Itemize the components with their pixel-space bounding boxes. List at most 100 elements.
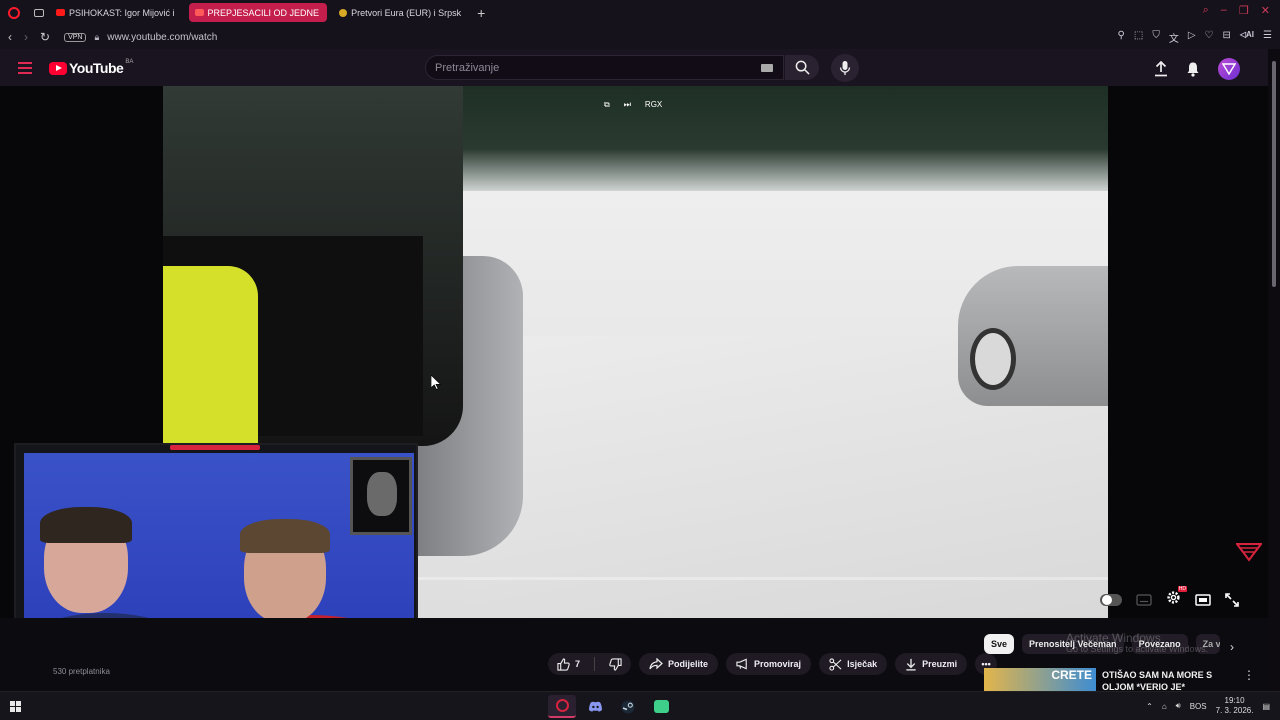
player-icon[interactable]: ▷: [1188, 30, 1196, 45]
download-icon: [906, 658, 916, 671]
fullscreen-icon[interactable]: [1225, 593, 1239, 607]
recommended-video-thumbnail[interactable]: CRETE: [984, 668, 1096, 692]
system-tray: ⌃ ⌂ 🔊︎ BOS 19:10 7. 3. 2026. ▤: [1146, 696, 1270, 716]
youtube-play-icon: [49, 61, 67, 75]
next-video-icon[interactable]: ⏭︎: [624, 100, 631, 110]
recommendation-menu-icon[interactable]: ⋮: [1243, 668, 1255, 682]
voice-search-button[interactable]: [831, 54, 859, 82]
channel-brand-watermark-icon: [1236, 543, 1262, 562]
speed-label[interactable]: RGX: [645, 100, 662, 110]
activate-windows-watermark: Activate Windows Go to Settings to activ…: [1066, 631, 1209, 655]
tab-label: Pretvori Eura (EUR) i Srpsk: [351, 7, 462, 18]
dislike-button[interactable]: [600, 653, 631, 675]
snapshot-icon[interactable]: ⬚: [1134, 30, 1143, 45]
reload-icon[interactable]: ↻: [40, 30, 50, 44]
taskbar-discord[interactable]: [581, 695, 609, 718]
workspace-icon[interactable]: [34, 8, 44, 17]
taskbar-opera-gx[interactable]: [548, 695, 576, 718]
video-progress-bar[interactable]: [418, 577, 1108, 580]
search-input[interactable]: [426, 56, 746, 79]
keyboard-icon[interactable]: [761, 64, 773, 72]
clip-button[interactable]: Isječak: [819, 653, 888, 675]
tab-label: PSIHOKAST: Igor Mijović i: [69, 7, 175, 18]
url-field[interactable]: www.youtube.com/watch: [107, 32, 217, 43]
wallet-icon[interactable]: ⊟: [1222, 30, 1230, 45]
steam-icon: [621, 700, 635, 713]
thumbs-up-icon: [557, 657, 570, 671]
search-icon: [795, 60, 810, 75]
opera-gx-icon: [555, 699, 569, 712]
video-actions: 7 Podijelite Promoviraj Isječak Preuzmi …: [548, 653, 998, 675]
youtube-logo[interactable]: YouTube BA: [49, 59, 133, 76]
avatar[interactable]: [1218, 58, 1240, 80]
like-dislike-group: 7: [548, 653, 632, 675]
volume-icon[interactable]: 🔊︎: [1176, 701, 1181, 711]
subtitles-icon[interactable]: [1136, 594, 1152, 606]
notifications-icon[interactable]: ▤: [1262, 702, 1270, 711]
watermark-subtitle: Go to Settings to activate Windows.: [1066, 644, 1209, 655]
recommended-video-title[interactable]: OTIŠAO SAM NA MORE S OLJOM *VERIO JE*: [1102, 669, 1222, 693]
settings-button[interactable]: HD: [1166, 586, 1187, 610]
taskbar-app-green[interactable]: [647, 695, 675, 718]
translate-icon[interactable]: 文: [1169, 30, 1179, 45]
app-icon: [653, 700, 669, 713]
maximize-icon[interactable]: ❐: [1239, 4, 1249, 17]
close-icon[interactable]: ✕: [1261, 4, 1270, 17]
megaphone-icon: [736, 658, 747, 670]
autoplay-toggle[interactable]: [1100, 594, 1122, 606]
opera-logo-icon[interactable]: [8, 6, 20, 19]
chip-all[interactable]: Sve: [984, 634, 1015, 654]
forward-icon[interactable]: ›: [24, 30, 28, 44]
pin-icon[interactable]: ⚲: [1118, 30, 1125, 45]
new-tab-button[interactable]: +: [477, 5, 485, 21]
download-button[interactable]: Preuzmi: [895, 653, 968, 675]
taskbar-steam[interactable]: [614, 695, 642, 718]
address-bar: ‹ › ↻ VPN 🔒︎ www.youtube.com/watch ⚲ ⬚ ⛉…: [0, 25, 1280, 49]
aria-ai-button[interactable]: ◁AI: [1240, 30, 1254, 45]
tray-chevron-icon[interactable]: ⌃: [1146, 702, 1153, 711]
network-icon[interactable]: ⌂: [1162, 702, 1167, 711]
clock-time: 19:10: [1224, 696, 1245, 705]
thumbnail-text: CRETE: [1051, 668, 1092, 682]
page-scrollbar[interactable]: [1268, 49, 1280, 691]
browser-tab-strip: PSIHOKAST: Igor Mijović i PREPJESACILI O…: [0, 0, 1280, 25]
shield-icon[interactable]: ⛉: [1152, 30, 1160, 45]
windows-start-icon[interactable]: [10, 701, 21, 712]
subscriber-count: 530 pretplatnika: [53, 667, 110, 676]
clip-label: Isječak: [847, 659, 878, 669]
clock-date: 7. 3. 2026.: [1215, 706, 1254, 715]
player-right-controls: HD: [1100, 586, 1260, 610]
clock[interactable]: 19:10 7. 3. 2026.: [1216, 696, 1254, 716]
tab-psihokast[interactable]: PSIHOKAST: Igor Mijović i: [50, 3, 183, 22]
language-indicator[interactable]: BOS: [1190, 702, 1207, 711]
share-label: Podijelite: [668, 659, 709, 669]
lock-icon[interactable]: 🔒︎: [94, 32, 99, 43]
tab-prepjesacili[interactable]: PREPJESACILI OD JEDNE: [188, 3, 328, 22]
gear-icon: [1167, 591, 1180, 604]
menu-hamburger-icon[interactable]: [18, 62, 32, 77]
miniplayer-icon[interactable]: ⧉: [604, 100, 610, 110]
search-tabs-icon[interactable]: ⌕: [1203, 4, 1209, 17]
tab-currency-converter[interactable]: Pretvori Eura (EUR) i Srpsk: [333, 3, 469, 22]
download-label: Preuzmi: [922, 659, 958, 669]
share-icon: [649, 658, 663, 670]
minimize-icon[interactable]: –: [1221, 4, 1227, 17]
promote-button[interactable]: Promoviraj: [726, 653, 812, 675]
like-button[interactable]: 7: [548, 653, 589, 675]
share-button[interactable]: Podijelite: [639, 653, 719, 675]
promote-label: Promoviraj: [754, 659, 802, 669]
theater-mode-icon[interactable]: [1195, 594, 1211, 606]
upload-icon[interactable]: [1154, 61, 1168, 77]
heart-icon[interactable]: ♡: [1205, 30, 1214, 45]
youtube-favicon-icon: [194, 9, 204, 16]
vpn-badge[interactable]: VPN: [64, 32, 87, 42]
windows-taskbar: ⌃ ⌂ 🔊︎ BOS 19:10 7. 3. 2026. ▤: [0, 691, 1280, 720]
chips-next-icon[interactable]: ›: [1230, 640, 1234, 654]
menu-icon[interactable]: ☰: [1263, 30, 1272, 45]
back-icon[interactable]: ‹: [8, 30, 12, 44]
mouse-cursor-icon: [431, 375, 441, 390]
notifications-bell-icon[interactable]: [1186, 61, 1200, 77]
hd-badge: HD: [1177, 586, 1187, 592]
discord-icon: [588, 701, 602, 712]
search-button[interactable]: [785, 55, 819, 80]
